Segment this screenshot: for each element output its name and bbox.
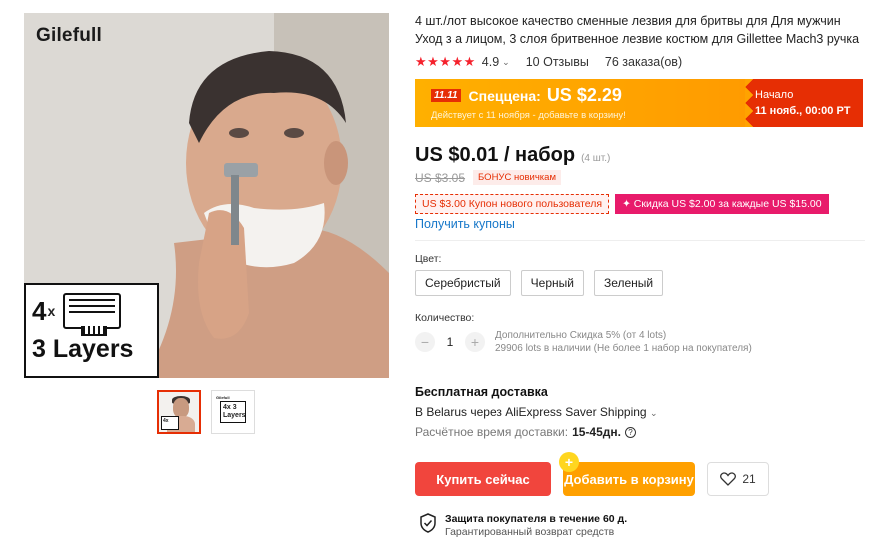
stock-text: 29906 lots в наличии (Не более 1 набор н…	[495, 343, 752, 354]
color-option-green[interactable]: Зеленый	[593, 270, 664, 296]
buy-now-button[interactable]: Купить сейчас	[415, 462, 551, 496]
shipping-title: Бесплатная доставка	[415, 385, 548, 399]
current-price: US $0.01 / набор	[415, 144, 576, 166]
thumbnail-2-badge: 4x 3 Layers	[220, 401, 246, 423]
shipping-method-text: В Belarus через AliExpress Saver Shippin…	[415, 405, 647, 419]
store-discount-coupon[interactable]: ✦ Скидка US $2.00 за каждые US $15.00	[615, 194, 829, 214]
quantity-increase-button[interactable]: +	[465, 332, 485, 352]
product-main-image[interactable]: Gilefull 4 x 3 Layers	[24, 13, 389, 378]
color-option-silver[interactable]: Серебристый	[415, 270, 511, 296]
product-info: 4 шт./лот высокое качество сменные лезви…	[415, 12, 865, 538]
delivery-time-label: Расчётное время доставки:	[415, 425, 569, 439]
promo-price: US $2.29	[546, 85, 622, 105]
promo-subtitle: Действует с 11 ноября - добавьте в корзи…	[431, 110, 626, 121]
quantity-decrease-button[interactable]: −	[415, 332, 435, 352]
add-to-cart-label: Добавить в корзину	[564, 471, 694, 487]
promo-price-block: 11.11 Спеццена: US $2.29 Действует с 11 …	[415, 79, 745, 127]
promo-start-label: Начало	[755, 89, 794, 101]
product-title: 4 шт./лот высокое качество сменные лезви…	[415, 14, 860, 46]
coupon-list: US $3.00 Купон нового пользователя ✦ Ски…	[415, 194, 829, 214]
badge-layers: 3 Layers	[32, 335, 134, 363]
blade-icon	[63, 293, 122, 336]
quantity-info: Дополнительно Скидка 5% (от 4 lots) 2990…	[495, 329, 752, 355]
heart-icon	[720, 472, 737, 486]
promo-start-block: Начало 11 нояб., 00:00 PT	[737, 79, 863, 127]
color-options: Серебристый Черный Зеленый	[415, 270, 664, 296]
price-unit: (4 шт.)	[581, 153, 611, 164]
delivery-time: Расчётное время доставки: 15-45дн. ?	[415, 425, 636, 439]
wishlist-count: 21	[742, 472, 756, 486]
thumbnail-2-brand: Gilefull	[216, 395, 230, 400]
wishlist-button[interactable]: 21	[707, 462, 769, 496]
shield-check-icon	[420, 513, 436, 533]
bulk-discount-text: Дополнительно Скидка 5% (от 4 lots)	[495, 330, 667, 341]
rating-row: ★★★★★ 4.9 ⌄ 10 Отзывы 76 заказа(ов)	[415, 54, 865, 70]
buyer-protection: Защита покупателя в течение 60 д. Гарант…	[419, 513, 627, 539]
old-price-row: US $3.05 БОНУС новичкам	[415, 170, 561, 185]
price-row: US $0.01 / набор (4 шт.)	[415, 144, 610, 167]
new-user-coupon[interactable]: US $3.00 Купон нового пользователя	[415, 194, 610, 214]
promo-label: Спеццена:	[468, 87, 541, 104]
badge-count: 4	[32, 296, 47, 326]
promo-banner: 11.11 Спеццена: US $2.29 Действует с 11 …	[415, 79, 863, 127]
thumbnail-2[interactable]: Gilefull 4x 3 Layers	[211, 390, 255, 434]
sale-tag: 11.11	[431, 89, 461, 102]
help-icon[interactable]: ?	[624, 426, 636, 438]
chevron-down-icon: ⌄	[649, 408, 658, 418]
quantity-stepper: − 1 + Дополнительно Скидка 5% (от 4 lots…	[415, 329, 752, 355]
rating-number: 4.9	[481, 55, 500, 69]
rating-value[interactable]: 4.9 ⌄	[482, 55, 510, 69]
action-buttons: Купить сейчас + Добавить в корзину 21	[415, 452, 769, 496]
shipping-method[interactable]: В Belarus через AliExpress Saver Shippin…	[415, 405, 658, 419]
color-option-black[interactable]: Черный	[520, 270, 584, 296]
thumbnail-1-badge: 4x	[161, 416, 179, 430]
reviews-link[interactable]: 10 Отзывы	[526, 55, 589, 69]
badge-x: x	[47, 303, 56, 319]
divider	[415, 240, 865, 241]
pack-badge: 4 x 3 Layers	[24, 283, 159, 378]
orders-count: 76 заказа(ов)	[604, 55, 683, 69]
thumbnail-strip: 4x Gilefull 4x 3 Layers	[157, 390, 255, 434]
star-rating-icon: ★★★★★	[415, 54, 476, 69]
color-label: Цвет:	[415, 253, 442, 265]
thumbnail-1[interactable]: 4x	[157, 390, 201, 434]
newbie-bonus-badge: БОНУС новичкам	[473, 170, 561, 185]
brand-logo: Gilefull	[36, 25, 102, 46]
cart-coin-icon: +	[559, 452, 579, 472]
protection-subtitle: Гарантированный возврат средств	[445, 526, 615, 538]
chevron-down-icon: ⌄	[502, 56, 510, 67]
old-price: US $3.05	[415, 170, 466, 185]
delivery-time-value: 15-45дн.	[572, 425, 621, 439]
add-to-cart-button[interactable]: + Добавить в корзину	[559, 452, 695, 496]
get-coupons-link[interactable]: Получить купоны	[415, 217, 515, 231]
protection-title: Защита покупателя в течение 60 д.	[445, 513, 628, 525]
quantity-label: Количество:	[415, 312, 475, 324]
quantity-input[interactable]: 1	[435, 335, 465, 349]
promo-start-time: 11 нояб., 00:00 PT	[755, 105, 851, 117]
